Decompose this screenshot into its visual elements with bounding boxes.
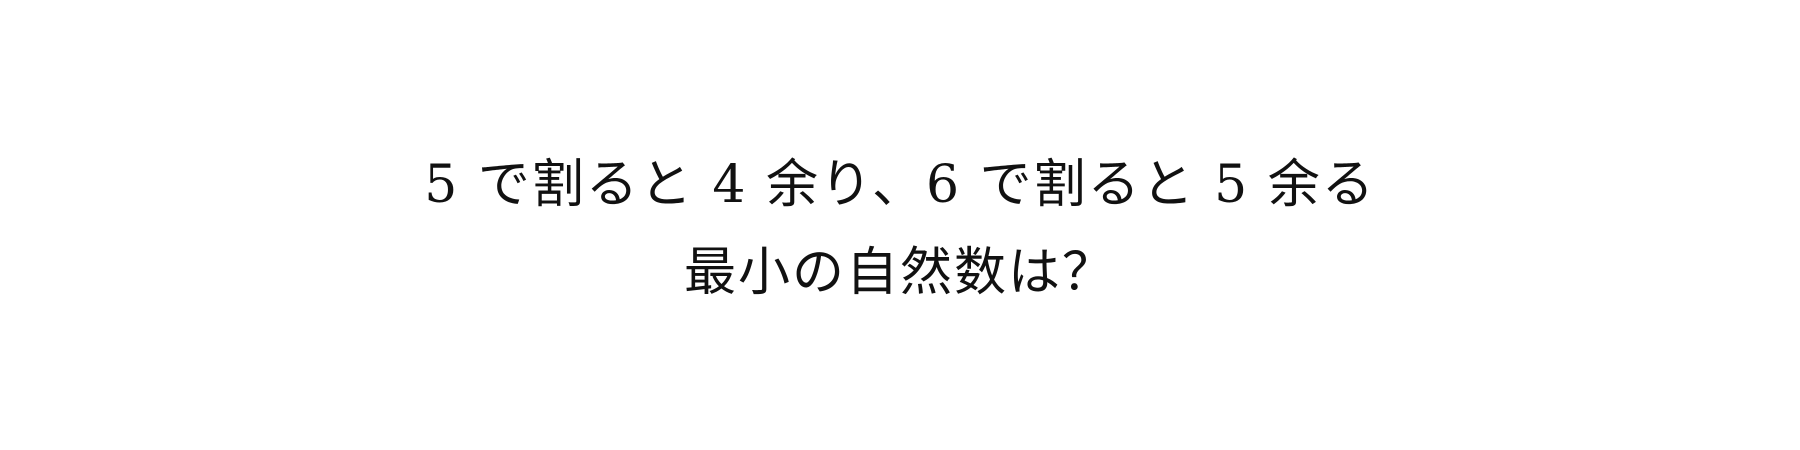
problem-line-1: 5 で割ると 4 余り、6 で割ると 5 余る bbox=[424, 155, 1376, 215]
problem-statement: 5 で割ると 4 余り、6 で割ると 5 余る 最小の自然数は？ bbox=[0, 0, 1800, 450]
problem-line-2: 最小の自然数は？ bbox=[683, 243, 1116, 303]
